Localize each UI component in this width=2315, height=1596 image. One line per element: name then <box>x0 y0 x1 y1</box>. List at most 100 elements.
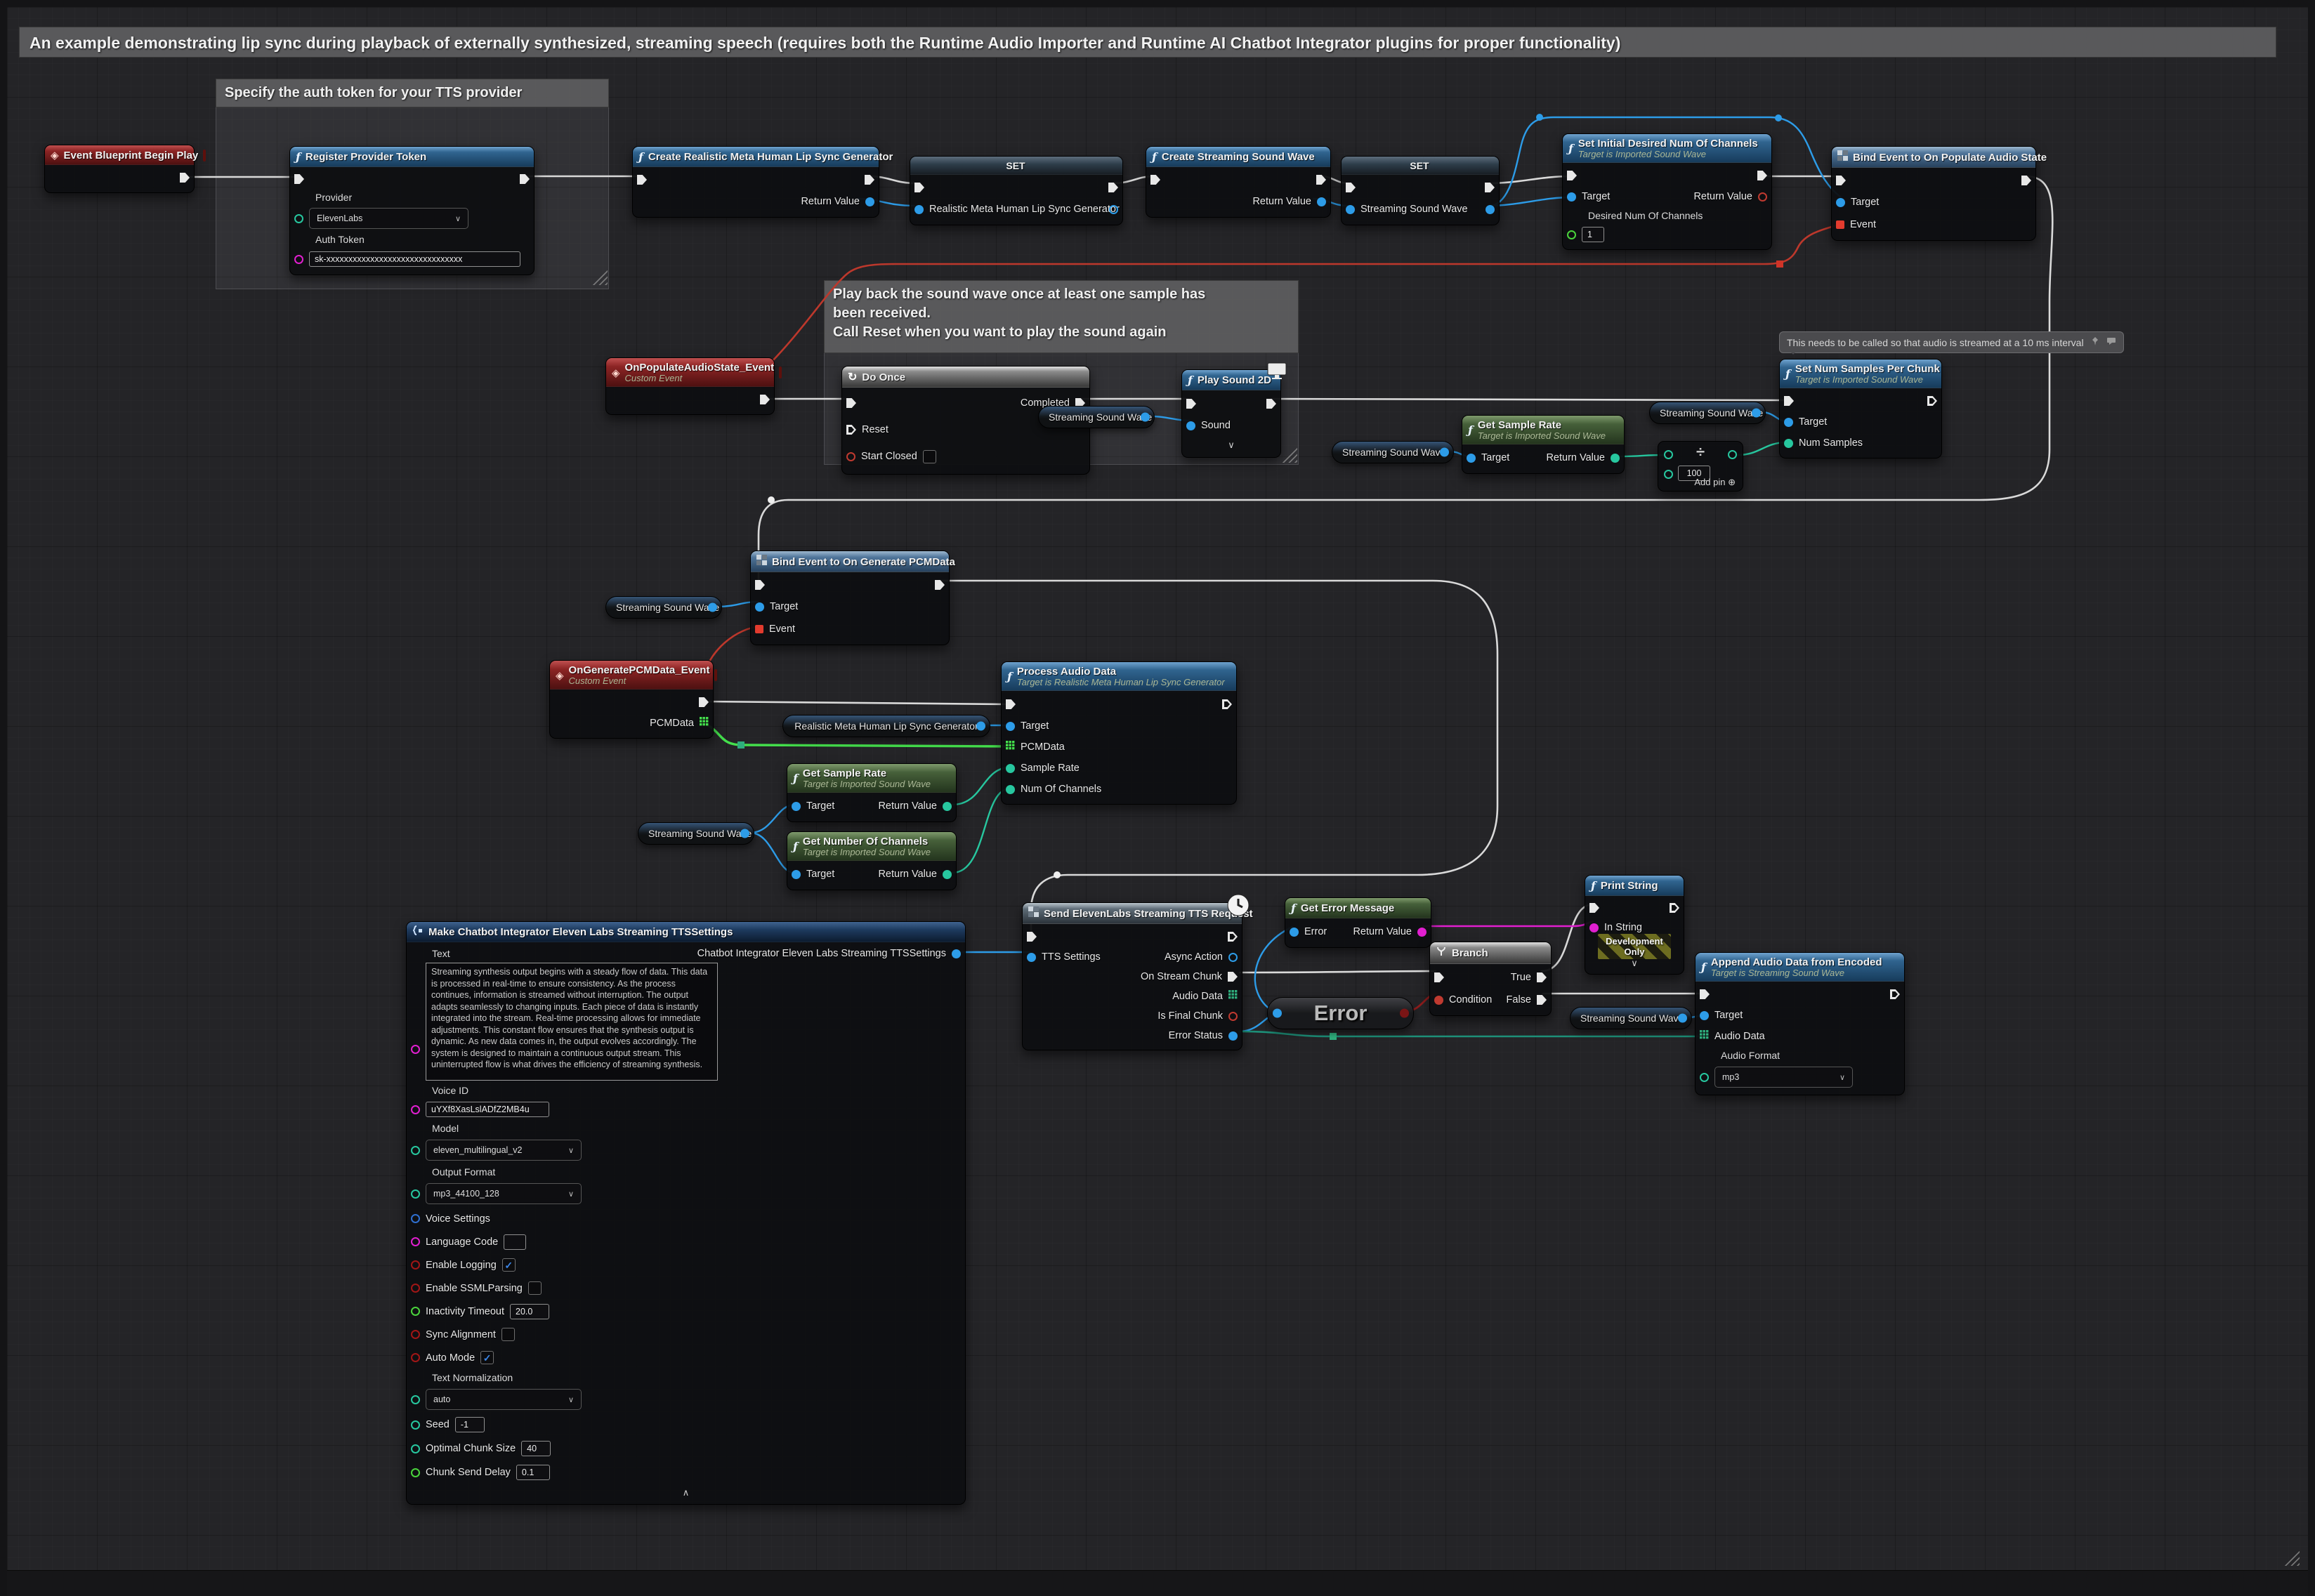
data-pin[interactable] <box>1678 1014 1687 1023</box>
checkbox[interactable] <box>528 1281 542 1295</box>
exec-pin[interactable] <box>1836 176 1846 185</box>
node-header[interactable]: ƒGet Number Of ChannelsTarget is Importe… <box>787 832 956 861</box>
data-pin[interactable] <box>1006 722 1015 731</box>
get-sample-rate-node[interactable]: ƒGet Sample RateTarget is Imported Sound… <box>787 763 957 822</box>
exec-pin[interactable] <box>1108 183 1118 192</box>
checkbox[interactable]: ✓ <box>502 1258 516 1272</box>
data-pin[interactable] <box>1467 454 1476 463</box>
node-header[interactable]: ƒPrint String <box>1585 876 1684 896</box>
data-pin[interactable] <box>411 1330 420 1339</box>
array-pin[interactable] <box>1228 990 1238 1003</box>
node-header[interactable]: ƒRegister Provider Token <box>290 147 534 167</box>
branch-node[interactable]: BranchTrueConditionFalse <box>1429 942 1552 1016</box>
node-header[interactable]: ƒGet Sample RateTarget is Imported Sound… <box>787 764 956 793</box>
data-pin[interactable] <box>294 214 303 223</box>
data-pin[interactable] <box>755 602 764 612</box>
node-header[interactable]: ƒGet Error Message <box>1285 898 1431 918</box>
data-pin[interactable] <box>846 452 855 461</box>
data-pin[interactable] <box>952 949 961 958</box>
print-string-node[interactable]: ƒPrint StringIn StringDevelopment Only∨ <box>1585 875 1684 975</box>
data-pin[interactable] <box>792 870 801 879</box>
dropdown-select[interactable]: eleven_multilingual_v2∨ <box>426 1140 582 1161</box>
divide-node-node[interactable]: ÷100Add pin ⊕ <box>1658 441 1743 492</box>
dropdown-select[interactable]: mp3_44100_128∨ <box>426 1183 582 1204</box>
bind-event-to-on-populate-audio-state-node[interactable]: Bind Event to On Populate Audio StateTar… <box>1831 146 2036 241</box>
exec-pin[interactable] <box>1757 171 1767 180</box>
data-pin[interactable] <box>976 722 985 731</box>
divide-input-pin[interactable] <box>1664 450 1673 459</box>
data-pin[interactable] <box>294 255 303 264</box>
bubble-comment[interactable]: This needs to be called so that audio is… <box>1779 331 2124 353</box>
data-pin[interactable] <box>1417 928 1427 937</box>
create-streaming-sound-wave-node[interactable]: ƒCreate Streaming Sound WaveReturn Value <box>1146 146 1331 218</box>
node-header[interactable]: SET <box>1342 157 1499 175</box>
get-error-message-node[interactable]: ƒGet Error MessageErrorReturn Value <box>1285 897 1431 948</box>
event-blueprint-begin-play-node[interactable]: ◈Event Blueprint Begin Play <box>44 145 195 193</box>
realistic-metahuman-lipsync-generator-variable[interactable]: Realistic Meta Human Lip Sync Generator <box>782 715 990 737</box>
exec-pin[interactable] <box>1567 171 1577 180</box>
exec-pin[interactable] <box>1228 932 1238 942</box>
dropdown-select[interactable]: auto∨ <box>426 1389 582 1410</box>
get-sample-rate-node[interactable]: ƒGet Sample RateTarget is Imported Sound… <box>1462 415 1625 474</box>
data-pin[interactable] <box>411 1189 420 1199</box>
data-pin[interactable] <box>1273 1009 1282 1018</box>
data-pin[interactable] <box>411 1045 420 1054</box>
streaming-sound-wave-variable[interactable]: Streaming Sound Wave <box>605 596 722 619</box>
text-field[interactable]: sk-xxxxxxxxxxxxxxxxxxxxxxxxxxxxxxx <box>309 251 520 267</box>
data-pin[interactable] <box>411 1146 420 1155</box>
node-header[interactable]: Branch <box>1430 942 1551 964</box>
node-header[interactable]: ƒCreate Streaming Sound Wave <box>1146 147 1330 167</box>
array-pin[interactable] <box>1700 1030 1709 1043</box>
exec-pin[interactable] <box>1228 972 1238 982</box>
data-pin[interactable] <box>740 829 749 838</box>
exec-pin[interactable] <box>760 395 770 404</box>
exec-pin[interactable] <box>294 174 304 184</box>
exec-pin[interactable] <box>1670 903 1679 913</box>
make-chatbot-integrator-elevenlabs-streaming-ttssettings-node[interactable]: Make Chatbot Integrator Eleven Labs Stre… <box>406 921 966 1505</box>
streaming-sound-wave-variable[interactable]: Streaming Sound Wave <box>638 822 754 845</box>
exec-pin[interactable] <box>914 183 924 192</box>
text-field[interactable]: 1 <box>1582 227 1604 242</box>
append-audio-data-from-encoded-node[interactable]: ƒAppend Audio Data from EncodedTarget is… <box>1695 952 1905 1095</box>
data-pin[interactable] <box>1784 418 1793 427</box>
data-pin[interactable] <box>411 1284 420 1293</box>
text-field[interactable]: 0.1 <box>516 1465 550 1480</box>
data-pin[interactable] <box>1186 421 1195 430</box>
data-pin[interactable] <box>411 1237 420 1246</box>
array-pin[interactable] <box>700 717 709 730</box>
data-pin[interactable] <box>1228 953 1238 962</box>
dropdown-select[interactable]: ElevenLabs∨ <box>309 208 468 229</box>
exec-pin[interactable] <box>1485 183 1495 192</box>
set-initial-desired-num-of-channels-node[interactable]: ƒSet Initial Desired Num Of ChannelsTarg… <box>1562 133 1772 250</box>
streaming-sound-wave-variable[interactable]: Streaming Sound Wave <box>1332 441 1454 463</box>
data-pin[interactable] <box>1784 439 1793 448</box>
node-header[interactable]: Make Chatbot Integrator Eleven Labs Stre… <box>407 922 965 942</box>
data-pin[interactable] <box>1400 1009 1409 1018</box>
data-pin[interactable] <box>411 1307 420 1316</box>
bind-event-to-on-generate-pcmdata-node[interactable]: Bind Event to On Generate PCMDataTargetE… <box>750 550 950 645</box>
data-pin[interactable] <box>411 1214 420 1223</box>
error-collapsed-node[interactable]: Error <box>1267 997 1414 1029</box>
data-pin[interactable] <box>411 1105 420 1114</box>
exec-pin[interactable] <box>2021 176 2031 185</box>
text-field[interactable]: -1 <box>455 1417 485 1432</box>
data-pin[interactable] <box>1611 454 1620 463</box>
checkbox[interactable] <box>923 450 936 463</box>
data-pin[interactable] <box>943 870 952 879</box>
streaming-sound-wave-variable[interactable]: Streaming Sound Wave <box>1570 1007 1692 1029</box>
node-header[interactable]: ƒProcess Audio DataTarget is Realistic M… <box>1002 662 1236 691</box>
create-realistic-metahuman-lipsync-generator-node[interactable]: ƒCreate Realistic Meta Human Lip Sync Ge… <box>632 146 879 218</box>
pin-icon[interactable] <box>2091 336 2099 348</box>
send-elevenlabs-streaming-tts-request-node[interactable]: Send ElevenLabs Streaming TTS RequestTTS… <box>1022 902 1242 1050</box>
node-header[interactable]: ƒCreate Realistic Meta Human Lip Sync Ge… <box>633 147 879 167</box>
delegate-pin[interactable] <box>1836 220 1844 229</box>
data-pin[interactable] <box>1758 192 1767 202</box>
set-streaming-sound-wave-node[interactable]: SETStreaming Sound Wave <box>1341 156 1500 225</box>
add-pin-button[interactable]: Add pin ⊕ <box>1694 477 1736 488</box>
text-field[interactable]: 20.0 <box>510 1304 549 1319</box>
node-header[interactable]: Bind Event to On Populate Audio State <box>1832 147 2035 168</box>
data-pin[interactable] <box>1228 1012 1238 1021</box>
data-pin[interactable] <box>411 1353 420 1362</box>
data-pin[interactable] <box>708 603 717 612</box>
collapse-chevron[interactable]: ∨ <box>1189 440 1273 449</box>
